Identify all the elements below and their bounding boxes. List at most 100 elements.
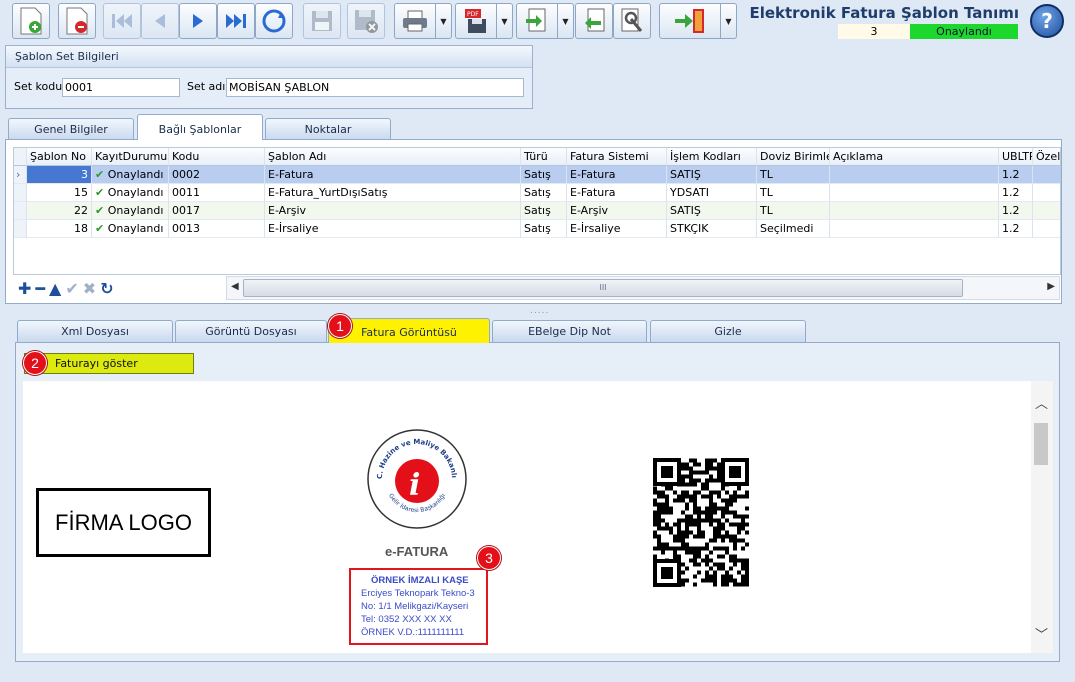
tab-xml-file[interactable]: Xml Dosyası <box>17 320 173 342</box>
cancel-icon[interactable]: ✖ <box>83 279 96 298</box>
splitter-handle[interactable]: ..... <box>530 306 549 316</box>
cell-invoice-system[interactable]: E-Fatura <box>567 184 667 202</box>
cell-record-status[interactable]: ✔ Onaylandı <box>92 184 169 202</box>
settings-button[interactable] <box>613 3 651 39</box>
cell-special[interactable] <box>1033 166 1060 184</box>
cell-ubltr[interactable]: 1.2 <box>999 220 1033 238</box>
cell-template-name[interactable]: E-Arşiv <box>265 202 521 220</box>
cell-description[interactable] <box>830 166 999 184</box>
cell-description[interactable] <box>830 202 999 220</box>
tab-linked-templates[interactable]: Bağlı Şablonlar <box>137 114 263 140</box>
cell-description[interactable] <box>830 220 999 238</box>
table-row[interactable]: 15 ✔ Onaylandı 0011 E-Fatura_YurtDışıSat… <box>14 184 1060 202</box>
cell-template-name[interactable]: E-Fatura <box>265 166 521 184</box>
cell-type[interactable]: Satış <box>521 184 567 202</box>
col-type[interactable]: Türü <box>521 148 567 166</box>
cell-ubltr[interactable]: 1.2 <box>999 166 1033 184</box>
col-record-status[interactable]: KayıtDurumu <box>92 148 169 166</box>
col-ubltr[interactable]: UBLTR <box>999 148 1033 166</box>
first-record-button[interactable] <box>103 3 141 39</box>
scroll-up-icon[interactable]: ︿ <box>1035 393 1048 412</box>
col-description[interactable]: Açıklama <box>830 148 999 166</box>
cell-code[interactable]: 0017 <box>169 202 265 220</box>
exit-button[interactable] <box>659 3 721 39</box>
cell-ubltr[interactable]: 1.2 <box>999 202 1033 220</box>
cell-invoice-system[interactable]: E-İrsaliye <box>567 220 667 238</box>
delete-record-button[interactable] <box>58 3 96 39</box>
cell-currency[interactable]: TL <box>757 202 830 220</box>
tab-points[interactable]: Noktalar <box>265 118 391 140</box>
save-button[interactable] <box>303 3 341 39</box>
cell-template-no[interactable]: 18 <box>27 220 92 238</box>
print-dropdown[interactable]: ▼ <box>436 3 452 39</box>
cell-special[interactable] <box>1033 220 1060 238</box>
exit-dropdown[interactable]: ▼ <box>721 3 737 39</box>
col-template-no[interactable]: Şablon No <box>27 148 92 166</box>
import-button[interactable] <box>516 3 558 39</box>
cell-description[interactable] <box>830 184 999 202</box>
tab-ebelge-footnote[interactable]: EBelge Dip Not <box>492 320 647 342</box>
tab-hide[interactable]: Gizle <box>650 320 806 342</box>
horizontal-scrollbar[interactable]: ◀ III ▶ <box>226 276 1060 300</box>
scroll-left-icon[interactable]: ◀ <box>231 281 239 292</box>
cell-template-name[interactable]: E-Fatura_YurtDışıSatış <box>265 184 521 202</box>
cell-record-status[interactable]: ✔ Onaylandı <box>92 220 169 238</box>
cell-template-no[interactable]: 3 <box>27 166 92 184</box>
append-icon[interactable]: ✚ <box>18 279 31 298</box>
new-record-button[interactable] <box>12 3 50 39</box>
pdf-export-button[interactable]: PDF <box>455 3 497 39</box>
show-invoice-button[interactable]: Faturayı göster <box>24 353 194 374</box>
set-code-field[interactable]: 0001 <box>62 78 180 97</box>
col-special[interactable]: Özel F <box>1033 148 1060 166</box>
col-template-name[interactable]: Şablon Adı <box>265 148 521 166</box>
help-button[interactable]: ? <box>1030 4 1064 38</box>
next-record-button[interactable] <box>179 3 217 39</box>
cell-code[interactable]: 0002 <box>169 166 265 184</box>
table-row[interactable]: 18 ✔ Onaylandı 0013 E-İrsaliye Satış E-İ… <box>14 220 1060 238</box>
scroll-thumb[interactable] <box>1034 423 1048 465</box>
cell-type[interactable]: Satış <box>521 202 567 220</box>
cell-currency[interactable]: TL <box>757 166 830 184</box>
col-transaction-codes[interactable]: İşlem Kodları <box>667 148 757 166</box>
tab-invoice-view[interactable]: Fatura Görüntüsü <box>328 318 490 343</box>
cell-invoice-system[interactable]: E-Fatura <box>567 166 667 184</box>
scroll-down-icon[interactable]: ﹀ <box>1035 624 1048 643</box>
refresh-button[interactable] <box>255 3 293 39</box>
cell-special[interactable] <box>1033 202 1060 220</box>
cell-invoice-system[interactable]: E-Arşiv <box>567 202 667 220</box>
scroll-thumb[interactable]: III <box>243 279 963 297</box>
cell-ubltr[interactable]: 1.2 <box>999 184 1033 202</box>
col-code[interactable]: Kodu <box>169 148 265 166</box>
table-row[interactable]: 22 ✔ Onaylandı 0017 E-Arşiv Satış E-Arşi… <box>14 202 1060 220</box>
print-button[interactable] <box>394 3 436 39</box>
cell-transaction-codes[interactable]: SATIŞ <box>667 202 757 220</box>
cancel-save-button[interactable] <box>347 3 385 39</box>
cell-type[interactable]: Satış <box>521 220 567 238</box>
previous-record-button[interactable] <box>141 3 179 39</box>
cell-record-status[interactable]: ✔ Onaylandı <box>92 166 169 184</box>
vertical-scrollbar[interactable]: ︿ ﹀ <box>1031 381 1053 653</box>
export-button[interactable] <box>575 3 613 39</box>
col-invoice-system[interactable]: Fatura Sistemi <box>567 148 667 166</box>
cell-currency[interactable]: Seçilmedi <box>757 220 830 238</box>
import-dropdown[interactable]: ▼ <box>558 3 574 39</box>
cell-code[interactable]: 0013 <box>169 220 265 238</box>
cell-currency[interactable]: TL <box>757 184 830 202</box>
cell-transaction-codes[interactable]: STKÇIK <box>667 220 757 238</box>
pdf-export-dropdown[interactable]: ▼ <box>497 3 513 39</box>
last-record-button[interactable] <box>217 3 255 39</box>
cell-template-no[interactable]: 22 <box>27 202 92 220</box>
cell-template-name[interactable]: E-İrsaliye <box>265 220 521 238</box>
move-up-icon[interactable]: ▲ <box>49 279 61 298</box>
cell-record-status[interactable]: ✔ Onaylandı <box>92 202 169 220</box>
remove-icon[interactable]: ━ <box>35 279 45 298</box>
col-currency[interactable]: Doviz Birimleri <box>757 148 830 166</box>
cell-special[interactable] <box>1033 184 1060 202</box>
refresh-grid-icon[interactable]: ↻ <box>100 279 113 298</box>
cell-type[interactable]: Satış <box>521 166 567 184</box>
cell-template-no[interactable]: 15 <box>27 184 92 202</box>
cell-transaction-codes[interactable]: YDSATI <box>667 184 757 202</box>
table-row[interactable]: › 3 ✔ Onaylandı 0002 E-Fatura Satış E-Fa… <box>14 166 1060 184</box>
cell-code[interactable]: 0011 <box>169 184 265 202</box>
tab-image-file[interactable]: Görüntü Dosyası <box>175 320 327 342</box>
